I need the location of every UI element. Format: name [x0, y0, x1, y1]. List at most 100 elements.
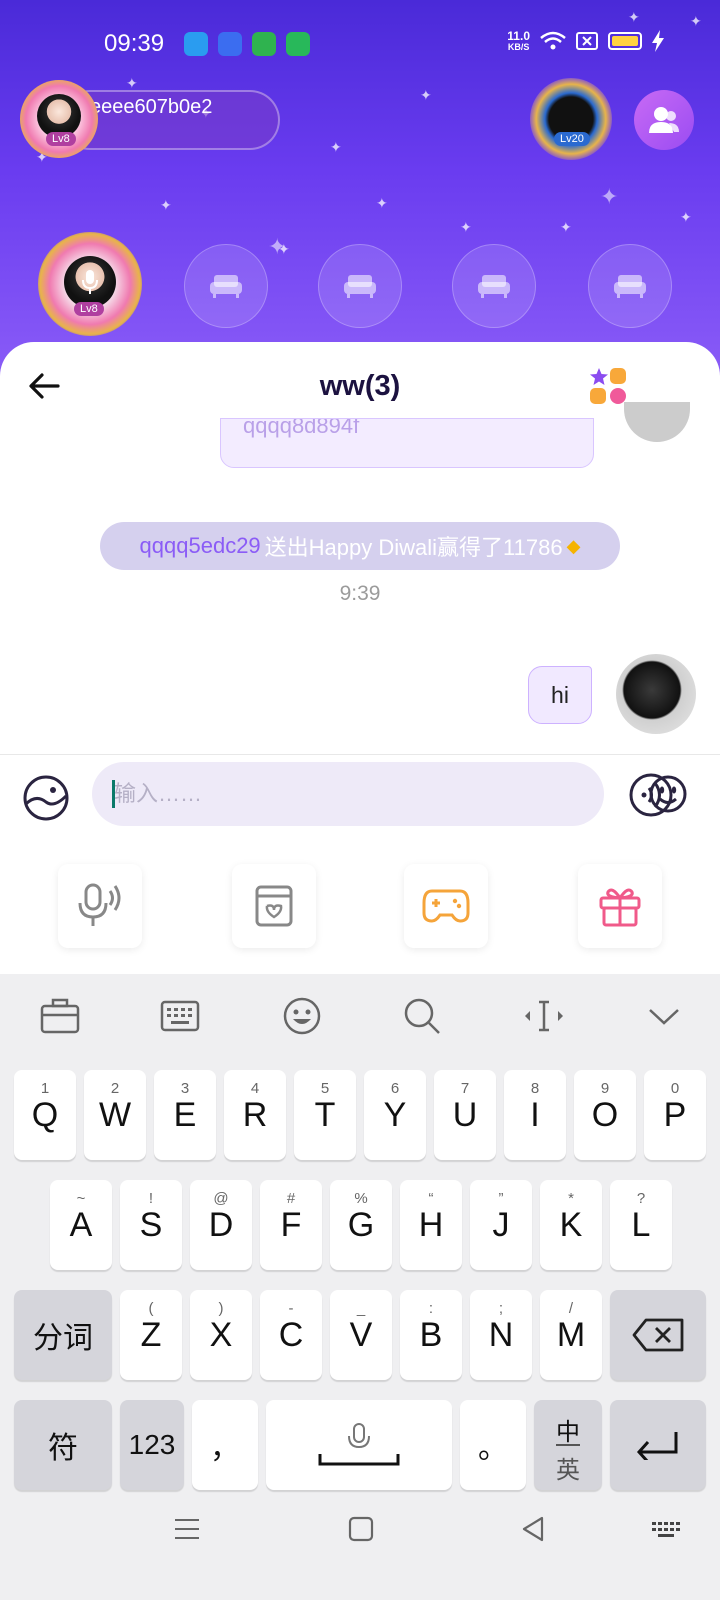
- sim-off-icon: [576, 32, 598, 50]
- system-message-user[interactable]: qqqq5edc29: [140, 533, 261, 559]
- online-users-button[interactable]: [634, 90, 694, 150]
- key-t[interactable]: 5T: [294, 1070, 356, 1160]
- top-contributor-avatar[interactable]: Lv20: [530, 78, 612, 160]
- key-e[interactable]: 3E: [154, 1070, 216, 1160]
- clipboard-icon[interactable]: [38, 994, 82, 1038]
- period-key[interactable]: 。: [460, 1400, 526, 1490]
- my-message-bubble[interactable]: hi: [528, 666, 592, 724]
- message-input[interactable]: [114, 776, 514, 812]
- host-avatar[interactable]: Lv8: [20, 80, 98, 158]
- keyboard-switch-nav-icon[interactable]: [650, 1514, 682, 1544]
- keyboard-toolbar: [0, 974, 720, 1054]
- gift-tool-button[interactable]: [578, 864, 662, 948]
- apps-grid-icon[interactable]: [588, 366, 628, 406]
- key-y[interactable]: 6Y: [364, 1070, 426, 1160]
- key-b[interactable]: :B: [400, 1290, 462, 1380]
- key-n[interactable]: ; N: [470, 1290, 532, 1380]
- voice-tool-button[interactable]: [58, 864, 142, 948]
- baidu-notification-icon: [218, 32, 242, 56]
- key-i[interactable]: 8I: [504, 1070, 566, 1160]
- number-key[interactable]: 123: [120, 1400, 184, 1490]
- system-message-text: 送出Happy Diwali赢得了11786: [264, 535, 563, 560]
- key-q[interactable]: 1Q: [14, 1070, 76, 1160]
- key-d[interactable]: @ D: [190, 1180, 252, 1270]
- key-p[interactable]: 0P: [644, 1070, 706, 1160]
- key-a[interactable]: ~ A: [50, 1180, 112, 1270]
- group-chat-sheet: ww(3) qqqq8d894f qqqq5edc29 送出Happy Diwa…: [0, 342, 720, 974]
- top-contributor-level: Lv20: [554, 132, 590, 146]
- language-switch-key[interactable]: 中 英: [534, 1400, 602, 1490]
- empty-seat-2[interactable]: [318, 244, 402, 328]
- key-j[interactable]: ” J: [470, 1180, 532, 1270]
- back-nav-icon[interactable]: [518, 1514, 548, 1544]
- empty-seat-4[interactable]: [588, 244, 672, 328]
- key-u[interactable]: 7U: [434, 1070, 496, 1160]
- host-name: eeee607b0e2: [90, 96, 213, 118]
- game-tool-button[interactable]: [404, 864, 488, 948]
- wifi-icon: [540, 31, 566, 50]
- mic-icon: [82, 270, 98, 294]
- home-nav-icon[interactable]: [346, 1514, 376, 1544]
- key-r[interactable]: 4R: [224, 1070, 286, 1160]
- key-v[interactable]: _ V: [330, 1290, 392, 1380]
- emoji-icon[interactable]: [280, 994, 324, 1038]
- backspace-icon: [632, 1318, 684, 1352]
- host-level-badge: Lv8: [46, 132, 76, 146]
- key-o[interactable]: 9O: [574, 1070, 636, 1160]
- key-l[interactable]: ? L: [610, 1180, 672, 1270]
- chat-tools-row: [0, 864, 720, 954]
- key-k[interactable]: * K: [540, 1180, 602, 1270]
- menu-nav-icon[interactable]: [172, 1514, 202, 1544]
- key-m[interactable]: / M: [540, 1290, 602, 1380]
- key-h[interactable]: “H: [400, 1180, 462, 1270]
- my-message-text: hi: [551, 681, 569, 708]
- cursor-icon[interactable]: [522, 994, 566, 1038]
- network-speed-value: 11.0: [507, 29, 530, 43]
- enter-key[interactable]: [610, 1400, 706, 1490]
- segment-key[interactable]: 分词: [14, 1290, 112, 1380]
- diamond-icon: ◆: [566, 535, 581, 556]
- key-x[interactable]: ) X: [190, 1290, 252, 1380]
- key-w[interactable]: 2W: [84, 1070, 146, 1160]
- space-mic-icon: [318, 1423, 400, 1466]
- shop-notification-icon: [252, 32, 276, 56]
- gallery-icon[interactable]: [22, 774, 70, 822]
- album-tool-button[interactable]: [232, 864, 316, 948]
- sofa-icon: [210, 275, 242, 298]
- sofa-icon: [478, 275, 510, 298]
- collapse-icon[interactable]: [642, 994, 686, 1038]
- message-input-row: [0, 762, 720, 842]
- status-time: 09:39: [104, 30, 165, 57]
- key-s[interactable]: ! S: [120, 1180, 182, 1270]
- voice-room-header: ✦ ✦ ✦ ✦ ✦ ✦ ✦ ✦ ✦ ✦ ✦ ✦ ✦ ✦ ✦ 09:39 11.0…: [0, 0, 720, 380]
- app-notification-icon: [184, 32, 208, 56]
- backspace-key[interactable]: [610, 1290, 706, 1380]
- keyboard-icon[interactable]: [158, 994, 202, 1038]
- space-key[interactable]: [266, 1400, 452, 1490]
- key-g[interactable]: % G: [330, 1180, 392, 1270]
- comma-key[interactable]: ，: [192, 1400, 258, 1490]
- enter-icon: [636, 1432, 678, 1460]
- message-input-container[interactable]: [92, 762, 687, 826]
- key-f[interactable]: # F: [260, 1180, 322, 1270]
- host-info[interactable]: eeee607b0e2 Lv8: [20, 80, 280, 158]
- system-navigation-bar: [0, 1484, 720, 1564]
- mic-wave-icon: [78, 883, 121, 926]
- symbol-key[interactable]: 符: [14, 1400, 112, 1490]
- voice-input-icon[interactable]: [628, 772, 674, 818]
- my-avatar[interactable]: [616, 654, 696, 734]
- search-icon[interactable]: [400, 994, 444, 1038]
- empty-seat-1[interactable]: [184, 244, 268, 328]
- host-seat[interactable]: Lv8: [38, 232, 142, 336]
- sofa-icon: [344, 275, 376, 298]
- message-timestamp: 9:39: [339, 582, 381, 605]
- network-speed-unit: KB/S: [507, 42, 530, 52]
- key-c[interactable]: -C: [260, 1290, 322, 1380]
- charging-icon: [652, 30, 664, 52]
- previous-sender-avatar[interactable]: [624, 402, 690, 442]
- status-bar: 09:39 11.0 KB/S: [0, 28, 720, 64]
- gamepad-icon: [422, 889, 470, 923]
- key-z[interactable]: (Z: [120, 1290, 182, 1380]
- battery-icon: [608, 32, 642, 50]
- empty-seat-3[interactable]: [452, 244, 536, 328]
